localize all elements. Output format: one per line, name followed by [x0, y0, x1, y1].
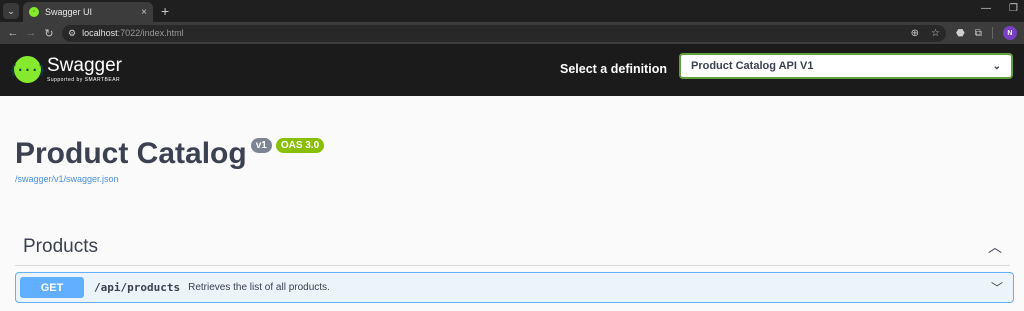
back-icon[interactable]: ←: [4, 27, 22, 39]
tag-section-header[interactable]: Products ︿: [15, 228, 1010, 266]
definition-selected-value: Product Catalog API V1: [691, 60, 814, 72]
window-controls: — ❐: [981, 3, 1018, 14]
method-badge: GET: [20, 277, 84, 298]
swagger-favicon-icon: ·: [29, 7, 39, 17]
extension-icon[interactable]: ⬣: [956, 28, 965, 39]
zoom-icon[interactable]: ⊕: [911, 28, 919, 39]
swagger-topbar: {···} Swagger Supported by SMARTBEAR Sel…: [0, 44, 1024, 96]
restore-icon[interactable]: ❐: [1009, 3, 1018, 14]
page-title: Product Catalog: [15, 137, 247, 170]
browser-tabstrip: ⌄ · Swagger UI × + — ❐: [0, 0, 1024, 22]
version-badge: v1: [250, 138, 272, 153]
url-path: :7022/index.html: [117, 28, 184, 38]
url-text: localhost:7022/index.html: [82, 28, 899, 38]
operation-path: /api/products: [94, 281, 181, 294]
browser-tab[interactable]: · Swagger UI ×: [23, 2, 153, 22]
browser-toolbar: ← → ↻ ⚙ localhost:7022/index.html ⊕ ☆ ⬣ …: [0, 22, 1024, 44]
toolbar-divider: [991, 27, 993, 39]
minimize-icon[interactable]: —: [981, 3, 991, 14]
extensions-area: ⬣ ⧉ N: [956, 26, 1017, 40]
profile-avatar[interactable]: N: [1002, 26, 1017, 40]
tab-title: Swagger UI: [45, 7, 93, 17]
forward-icon[interactable]: →: [22, 27, 40, 39]
tab-search-icon[interactable]: ⌄: [3, 3, 19, 19]
address-bar[interactable]: ⚙ localhost:7022/index.html ⊕ ☆: [62, 24, 946, 42]
swagger-logo[interactable]: {···} Swagger Supported by SMARTBEAR: [9, 55, 122, 83]
definition-select[interactable]: Product Catalog API V1 ⌄: [679, 53, 1013, 79]
chevron-up-icon[interactable]: ︿: [980, 237, 1010, 257]
site-info-icon[interactable]: ⚙: [68, 28, 76, 39]
bookmark-star-icon[interactable]: ☆: [931, 28, 940, 39]
definition-label: Select a definition: [560, 62, 667, 76]
api-info: Product Catalog v1 OAS 3.0 /swagger/v1/s…: [15, 134, 325, 184]
tag-name: Products: [23, 235, 98, 257]
new-tab-icon[interactable]: +: [161, 4, 169, 18]
reload-icon[interactable]: ↻: [40, 27, 58, 40]
puzzle-icon[interactable]: ⧉: [975, 28, 982, 39]
operation-summary: Retrieves the list of all products.: [188, 282, 330, 293]
swagger-logo-icon: {···}: [9, 56, 46, 83]
chevron-down-icon[interactable]: ﹀: [985, 279, 1009, 296]
operation-block[interactable]: GET /api/products Retrieves the list of …: [15, 272, 1014, 303]
tab-close-icon[interactable]: ×: [141, 7, 147, 18]
chevron-down-icon: ⌄: [992, 60, 1001, 72]
logo-subtitle: Supported by SMARTBEAR: [47, 77, 121, 83]
logo-name: Swagger: [47, 55, 122, 76]
oas-badge: OAS 3.0: [275, 138, 325, 153]
spec-link[interactable]: /swagger/v1/swagger.json: [15, 174, 324, 184]
url-host: localhost: [82, 28, 118, 38]
